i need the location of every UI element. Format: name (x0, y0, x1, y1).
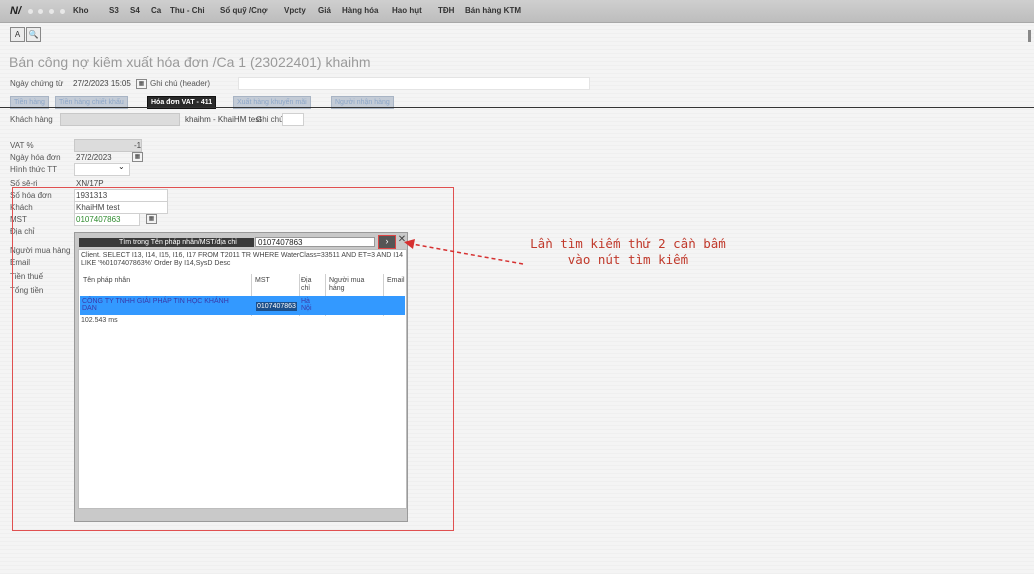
vat-value: -1 (134, 141, 142, 150)
menu-kho[interactable]: Kho (73, 6, 89, 15)
scroll-handle[interactable] (1028, 30, 1031, 42)
menu-ban-hang-ktm[interactable]: Bán hàng KTM (465, 6, 521, 15)
menu-s3[interactable]: S3 (109, 6, 119, 15)
row-name: CÔNG TY TNHH GIẢI PHÁP TIN HỌC KHÁNH DAN (82, 298, 229, 312)
menu-thu-chi[interactable]: Thu - Chi (170, 6, 205, 15)
customer-value: khaihm - KhaiHM test (185, 115, 262, 124)
menu-gia[interactable]: Giá (318, 6, 331, 15)
menu-s4[interactable]: S4 (130, 6, 140, 15)
payment-label: Hình thức TT (10, 165, 57, 174)
vat-field[interactable] (74, 139, 142, 152)
invoice-date-label: Ngày hóa đơn (10, 153, 61, 162)
app-logo: N/ (10, 5, 21, 17)
search-button[interactable]: › (378, 235, 396, 249)
vat-label: VAT % (10, 141, 34, 150)
nav-dot-icon[interactable] (28, 9, 33, 14)
table-row[interactable]: CÔNG TY TNHH GIẢI PHÁP TIN HỌC KHÁNH DAN… (80, 296, 405, 315)
menu-ca[interactable]: Ca (151, 6, 161, 15)
results-panel: Client. SELECT I13, I14, I15, I16, I17 F… (78, 249, 407, 509)
customer-note-label: Ghi chú (256, 115, 284, 124)
calendar-icon[interactable]: ▦ (132, 152, 143, 162)
customer-note-input[interactable] (282, 113, 304, 126)
customer-box[interactable] (60, 113, 180, 126)
voucher-date-value[interactable]: 27/2/2023 15:05 (73, 79, 131, 88)
menu-hao-hut[interactable]: Hao hụt (392, 6, 422, 15)
export-icon[interactable]: A (10, 27, 25, 42)
nav-dot-icon[interactable] (38, 9, 43, 14)
nav-dot-icon[interactable] (60, 9, 65, 14)
nav-dot-icon[interactable] (49, 9, 54, 14)
search-popup: Tìm trong Tên pháp nhân/MST/địa chỉ 0107… (74, 232, 408, 522)
menu-tdh[interactable]: TĐH (438, 6, 454, 15)
annotation-arrow (404, 239, 524, 265)
arrow-head (404, 239, 415, 249)
tab-divider (0, 107, 1034, 108)
col-mst-header[interactable]: MST (255, 277, 270, 285)
calendar-icon[interactable]: ▦ (136, 79, 147, 89)
col-buyer-header[interactable]: Người mua hàng (329, 277, 365, 293)
menu-hang-hoa[interactable]: Hàng hóa (342, 6, 378, 15)
search-label: Tìm trong Tên pháp nhân/MST/địa chỉ (79, 238, 254, 247)
menu-vpcty[interactable]: Vpcty (284, 6, 306, 15)
invoice-date-value[interactable]: 27/2/2023 (76, 153, 112, 162)
page-title: Bán công nợ kiêm xuất hóa đơn /Ca 1 (230… (9, 54, 371, 70)
arrow-line (411, 243, 524, 265)
header-note-input[interactable] (238, 77, 590, 90)
col-name-header[interactable]: Tên pháp nhân (83, 277, 130, 285)
elapsed-time: 102.543 ms (81, 317, 118, 324)
row-address: Hà Nội (301, 298, 312, 312)
voucher-date-label: Ngày chứng từ (10, 79, 64, 88)
customer-label: Khách hàng (10, 115, 53, 124)
col-email-header[interactable]: Email (387, 277, 405, 285)
col-address-header[interactable]: Địa chỉ (301, 277, 319, 293)
annotation-text: Lần tìm kiếm thứ 2 cần bấm vào nút tìm k… (530, 236, 726, 267)
sql-text: Client. SELECT I13, I14, I15, I16, I17 F… (81, 252, 404, 267)
menu-so-quy[interactable]: Sổ quỹ /Cnợ (220, 6, 267, 15)
search-input[interactable]: 0107407863 (255, 237, 375, 247)
search-icon[interactable]: 🔍 (26, 27, 41, 42)
chevron-down-icon[interactable]: ⌄ (118, 162, 125, 171)
row-mst: 0107407863 (256, 302, 297, 311)
header-note-label: Ghi chú (header) (150, 79, 211, 88)
